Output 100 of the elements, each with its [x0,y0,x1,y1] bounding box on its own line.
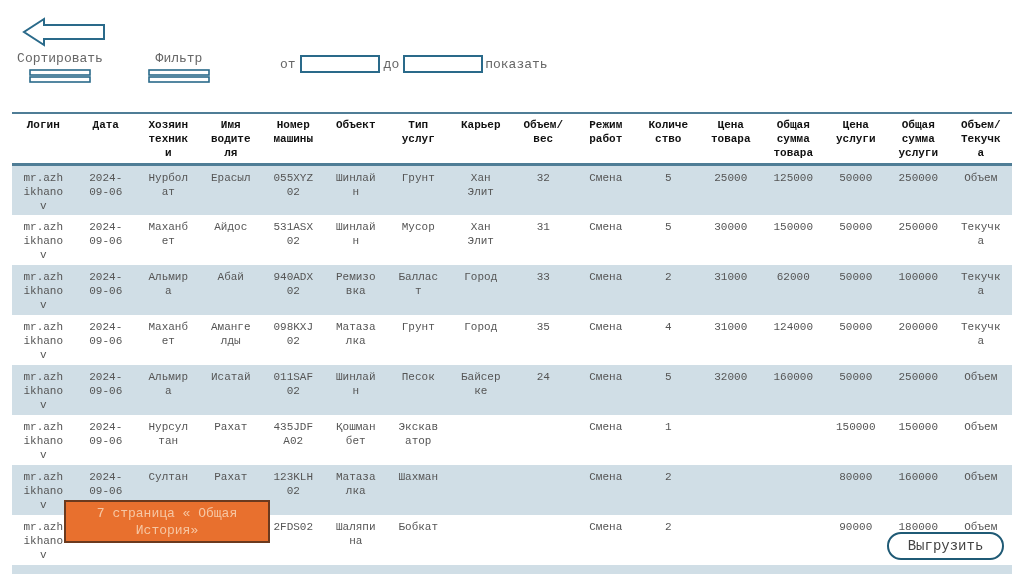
table-cell: 31000 [714,270,748,283]
table-cell: Смена [589,320,623,333]
table-cell: Смена [589,370,623,383]
table-cell: Город [464,320,498,333]
table-cell: Альмира [148,270,189,297]
from-date-field[interactable] [299,55,380,73]
table-cell: Мусор [401,220,435,233]
table-cell: 24 [536,370,550,383]
table-cell: 160000 [773,370,814,383]
table-cell: Шинлайн [335,172,376,198]
export-button[interactable]: Выгрузить [887,532,1004,560]
table-cell: 011SAF02 [273,370,314,397]
table-cell: mr.azhikhanov [23,320,64,361]
table-cell: Хан Элит [467,220,494,247]
table-cell: Текучка [960,320,1001,347]
table-cell: 90000 [839,520,873,533]
table-cell: Рахат [214,470,248,483]
table-cell: 2024-09-06 [89,470,123,497]
table-cell: mr.azhikhanov [23,172,64,212]
table-cell: 125000 [773,172,814,184]
table-cell: 50000 [839,220,873,233]
table-cell: Грунт [401,320,435,333]
table-cell: Смена [589,420,623,433]
table-cell: 5 [664,220,672,233]
back-arrow-icon[interactable] [22,17,106,47]
table-cell: 2024-09-06 [89,420,123,447]
table-cell: Шахман [398,470,439,483]
table-cell: 531ASX02 [273,220,314,247]
table-cell: 1 [664,420,672,433]
table-cell: Ремизовка [335,270,376,297]
table-cell: Объем [964,470,998,483]
table-cell: 124000 [773,320,814,333]
table-cell: 50000 [839,370,873,383]
table-cell: Матазалка [335,320,376,347]
table-cell: mr.azhikhanov [23,420,64,461]
table-cell: Маханбет [148,320,189,347]
table-cell: 32 [536,172,550,184]
table-cell: 250000 [898,172,939,184]
table-cell: 62000 [776,270,810,283]
table-cell: 055XYZ02 [273,172,314,198]
table-cell: Город [464,270,498,283]
table-cell: Объем [964,520,998,533]
table-cell: 2 [664,270,672,283]
table-cell: 250000 [898,220,939,233]
table-cell: 31 [536,220,550,233]
table-cell: Альмира [148,370,189,397]
from-label: от [279,56,297,72]
table-cell: 100000 [898,270,939,283]
table-cell: Исатай [210,370,251,383]
table-cell: Шинлайн [335,370,376,397]
table-cell: 123KLH02 [273,470,314,497]
to-date-field[interactable] [403,55,484,73]
table-cell: Балласт [398,270,439,297]
table-cell: 5 [664,370,672,383]
table-cell: 32000 [714,370,748,383]
table-cell: 2FDS02 [273,520,314,533]
table-cell: Нурсултан [148,420,189,447]
table-cell: Рахат [214,420,248,433]
table-cell: 5 [664,172,672,184]
double-bar-icon [148,69,210,83]
table-cell: Қошманбет [335,420,376,447]
table-cell: Айдос [214,220,248,233]
table-cell: Шинлайн [335,220,376,247]
table-cell: Матазалка [335,470,376,497]
table-cell: Смена [589,220,623,233]
table-cell: 150000 [898,420,939,433]
table-cell: mr.azhikhanov [23,220,64,261]
table-cell: Нурболат [148,172,189,198]
to-label: до [382,56,401,72]
table-cell: 2024-09-06 [89,370,123,397]
show-link[interactable]: показать [483,56,552,72]
table-cell: 160000 [898,470,939,483]
annotation-label: 7 страница « Общая История» [64,500,270,543]
table-cell: mr.azhikhanov [23,370,64,411]
table-cell: 31000 [714,320,748,333]
table-cell: 4 [664,320,672,333]
table-cell: Амангелды [210,320,251,347]
table-cell: 150000 [835,420,876,433]
table-cell: Шаляпина [335,520,376,547]
table-cell: Маханбет [148,220,189,247]
sort-button[interactable]: Сортировать [10,51,110,83]
table-cell: 200000 [898,320,939,333]
double-bar-icon [29,69,91,83]
table-cell: Хан Элит [467,172,494,198]
table-cell: Бобкат [398,520,439,533]
table-cell: 2024-09-06 [89,270,123,297]
table-cell: 250000 [898,370,939,383]
table-cell: 25000 [714,172,748,184]
table-cell: 2 [664,470,672,483]
table-cell: 50000 [839,172,873,184]
table-cell: 2024-09-06 [89,172,123,198]
table-cell: 098KXJ02 [273,320,314,347]
table-cell: 33 [536,270,550,283]
table-cell: mr.azhikhanov [23,470,64,511]
table-cell: Экскаватор [398,420,439,447]
table-cell: 940ADX02 [273,270,314,297]
filter-button[interactable]: Фильтр [144,51,214,83]
table-cell: Объем [964,370,998,383]
table-cell: 50000 [839,270,873,283]
table-cell: Абай [217,270,244,283]
